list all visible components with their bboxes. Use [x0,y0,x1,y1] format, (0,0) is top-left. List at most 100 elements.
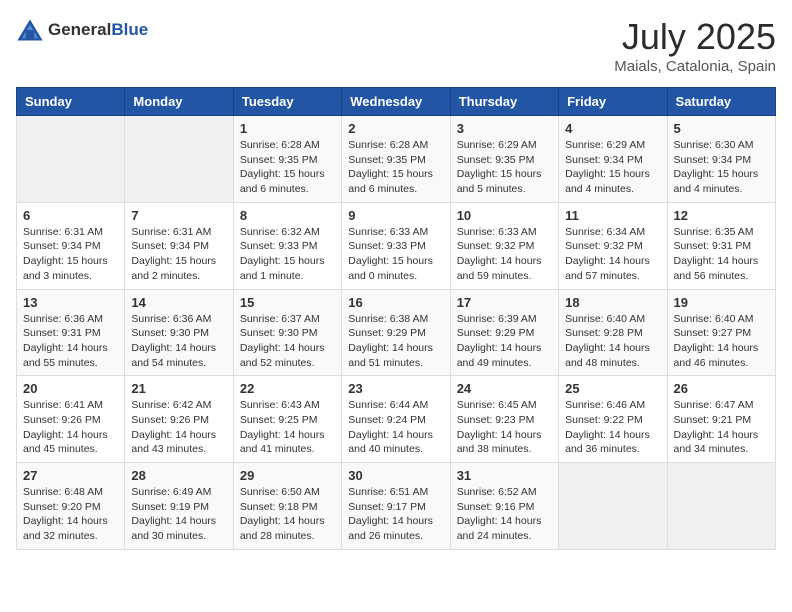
page-header: GeneralBlue July 2025 Maials, Catalonia,… [16,16,776,75]
cell-content: Sunrise: 6:36 AM Sunset: 9:30 PM Dayligh… [131,312,226,371]
day-number: 30 [348,468,443,483]
calendar-cell: 25 Sunrise: 6:46 AM Sunset: 9:22 PM Dayli… [559,376,667,463]
day-number: 6 [23,208,118,223]
day-number: 26 [674,381,769,396]
calendar-week-row: 20Sunrise: 6:41 AM Sunset: 9:26 PM Dayli… [17,376,776,463]
calendar-cell: 7 Sunrise: 6:31 AM Sunset: 9:34 PM Daylig… [125,202,233,289]
cell-content: Sunrise: 6:37 AM Sunset: 9:30 PM Dayligh… [240,312,335,371]
cell-content: Sunrise: 6:29 AM Sunset: 9:35 PM Dayligh… [457,138,552,197]
calendar-cell: 24Sunrise: 6:45 AM Sunset: 9:23 PM Dayli… [450,376,558,463]
calendar-cell: 1 Sunrise: 6:28 AM Sunset: 9:35 PM Daylig… [233,116,341,203]
day-number: 2 [348,121,443,136]
logo-text: GeneralBlue [48,20,148,40]
cell-content: Sunrise: 6:40 AM Sunset: 9:27 PM Dayligh… [674,312,769,371]
weekday-header-friday: Friday [559,88,667,116]
day-number: 22 [240,381,335,396]
cell-content: Sunrise: 6:47 AM Sunset: 9:21 PM Dayligh… [674,398,769,457]
logo-general: General [48,20,111,39]
cell-content: Sunrise: 6:51 AM Sunset: 9:17 PM Dayligh… [348,485,443,544]
calendar-cell: 9 Sunrise: 6:33 AM Sunset: 9:33 PM Daylig… [342,202,450,289]
calendar-cell: 17 Sunrise: 6:39 AM Sunset: 9:29 PM Dayli… [450,289,558,376]
day-number: 15 [240,295,335,310]
day-number: 9 [348,208,443,223]
calendar-cell: 12Sunrise: 6:35 AM Sunset: 9:31 PM Dayli… [667,202,775,289]
cell-content: Sunrise: 6:52 AM Sunset: 9:16 PM Dayligh… [457,485,552,544]
cell-content: Sunrise: 6:41 AM Sunset: 9:26 PM Dayligh… [23,398,118,457]
calendar-cell: 10 Sunrise: 6:33 AM Sunset: 9:32 PM Dayli… [450,202,558,289]
calendar-cell: 28Sunrise: 6:49 AM Sunset: 9:19 PM Dayli… [125,463,233,550]
day-number: 3 [457,121,552,136]
cell-content: Sunrise: 6:33 AM Sunset: 9:33 PM Dayligh… [348,225,443,284]
cell-content: Sunrise: 6:28 AM Sunset: 9:35 PM Dayligh… [348,138,443,197]
cell-content: Sunrise: 6:36 AM Sunset: 9:31 PM Dayligh… [23,312,118,371]
calendar-cell: 2 Sunrise: 6:28 AM Sunset: 9:35 PM Daylig… [342,116,450,203]
cell-content: Sunrise: 6:33 AM Sunset: 9:32 PM Dayligh… [457,225,552,284]
calendar-cell: 21Sunrise: 6:42 AM Sunset: 9:26 PM Dayli… [125,376,233,463]
day-number: 7 [131,208,226,223]
weekday-header-sunday: Sunday [17,88,125,116]
calendar-cell: 14 Sunrise: 6:36 AM Sunset: 9:30 PM Dayli… [125,289,233,376]
day-number: 10 [457,208,552,223]
calendar-cell: 20Sunrise: 6:41 AM Sunset: 9:26 PM Dayli… [17,376,125,463]
cell-content: Sunrise: 6:48 AM Sunset: 9:20 PM Dayligh… [23,485,118,544]
day-number: 31 [457,468,552,483]
day-number: 17 [457,295,552,310]
day-number: 11 [565,208,660,223]
calendar-week-row: 1 Sunrise: 6:28 AM Sunset: 9:35 PM Daylig… [17,116,776,203]
calendar-cell: 8 Sunrise: 6:32 AM Sunset: 9:33 PM Daylig… [233,202,341,289]
cell-content: Sunrise: 6:45 AM Sunset: 9:23 PM Dayligh… [457,398,552,457]
cell-content: Sunrise: 6:30 AM Sunset: 9:34 PM Dayligh… [674,138,769,197]
day-number: 8 [240,208,335,223]
calendar-cell: 23 Sunrise: 6:44 AM Sunset: 9:24 PM Dayli… [342,376,450,463]
calendar-cell: 13 Sunrise: 6:36 AM Sunset: 9:31 PM Dayli… [17,289,125,376]
day-number: 4 [565,121,660,136]
weekday-header-row: SundayMondayTuesdayWednesdayThursdayFrid… [17,88,776,116]
day-number: 19 [674,295,769,310]
day-number: 14 [131,295,226,310]
day-number: 23 [348,381,443,396]
calendar-cell [667,463,775,550]
calendar-cell [125,116,233,203]
cell-content: Sunrise: 6:49 AM Sunset: 9:19 PM Dayligh… [131,485,226,544]
cell-content: Sunrise: 6:40 AM Sunset: 9:28 PM Dayligh… [565,312,660,371]
calendar-cell: 11 Sunrise: 6:34 AM Sunset: 9:32 PM Dayli… [559,202,667,289]
day-number: 27 [23,468,118,483]
cell-content: Sunrise: 6:28 AM Sunset: 9:35 PM Dayligh… [240,138,335,197]
calendar-table: SundayMondayTuesdayWednesdayThursdayFrid… [16,87,776,550]
logo: GeneralBlue [16,16,148,44]
calendar-week-row: 27 Sunrise: 6:48 AM Sunset: 9:20 PM Dayli… [17,463,776,550]
cell-content: Sunrise: 6:44 AM Sunset: 9:24 PM Dayligh… [348,398,443,457]
cell-content: Sunrise: 6:43 AM Sunset: 9:25 PM Dayligh… [240,398,335,457]
day-number: 5 [674,121,769,136]
calendar-cell: 22 Sunrise: 6:43 AM Sunset: 9:25 PM Dayli… [233,376,341,463]
cell-content: Sunrise: 6:46 AM Sunset: 9:22 PM Dayligh… [565,398,660,457]
day-number: 25 [565,381,660,396]
cell-content: Sunrise: 6:32 AM Sunset: 9:33 PM Dayligh… [240,225,335,284]
day-number: 1 [240,121,335,136]
calendar-cell: 26 Sunrise: 6:47 AM Sunset: 9:21 PM Dayli… [667,376,775,463]
cell-content: Sunrise: 6:31 AM Sunset: 9:34 PM Dayligh… [23,225,118,284]
cell-content: Sunrise: 6:29 AM Sunset: 9:34 PM Dayligh… [565,138,660,197]
calendar-cell: 5 Sunrise: 6:30 AM Sunset: 9:34 PM Daylig… [667,116,775,203]
calendar-cell: 31 Sunrise: 6:52 AM Sunset: 9:16 PM Dayli… [450,463,558,550]
calendar-cell [17,116,125,203]
day-number: 13 [23,295,118,310]
calendar-week-row: 13 Sunrise: 6:36 AM Sunset: 9:31 PM Dayli… [17,289,776,376]
cell-content: Sunrise: 6:39 AM Sunset: 9:29 PM Dayligh… [457,312,552,371]
weekday-header-monday: Monday [125,88,233,116]
calendar-cell: 3 Sunrise: 6:29 AM Sunset: 9:35 PM Daylig… [450,116,558,203]
calendar-cell: 18Sunrise: 6:40 AM Sunset: 9:28 PM Dayli… [559,289,667,376]
calendar-cell: 6 Sunrise: 6:31 AM Sunset: 9:34 PM Daylig… [17,202,125,289]
cell-content: Sunrise: 6:31 AM Sunset: 9:34 PM Dayligh… [131,225,226,284]
weekday-header-tuesday: Tuesday [233,88,341,116]
calendar-cell: 27 Sunrise: 6:48 AM Sunset: 9:20 PM Dayli… [17,463,125,550]
cell-content: Sunrise: 6:34 AM Sunset: 9:32 PM Dayligh… [565,225,660,284]
calendar-cell: 29Sunrise: 6:50 AM Sunset: 9:18 PM Dayli… [233,463,341,550]
calendar-week-row: 6 Sunrise: 6:31 AM Sunset: 9:34 PM Daylig… [17,202,776,289]
calendar-cell: 30 Sunrise: 6:51 AM Sunset: 9:17 PM Dayli… [342,463,450,550]
cell-content: Sunrise: 6:38 AM Sunset: 9:29 PM Dayligh… [348,312,443,371]
day-number: 12 [674,208,769,223]
month-title: July 2025 [614,16,776,58]
calendar-cell: 4 Sunrise: 6:29 AM Sunset: 9:34 PM Daylig… [559,116,667,203]
logo-blue: Blue [111,20,148,39]
